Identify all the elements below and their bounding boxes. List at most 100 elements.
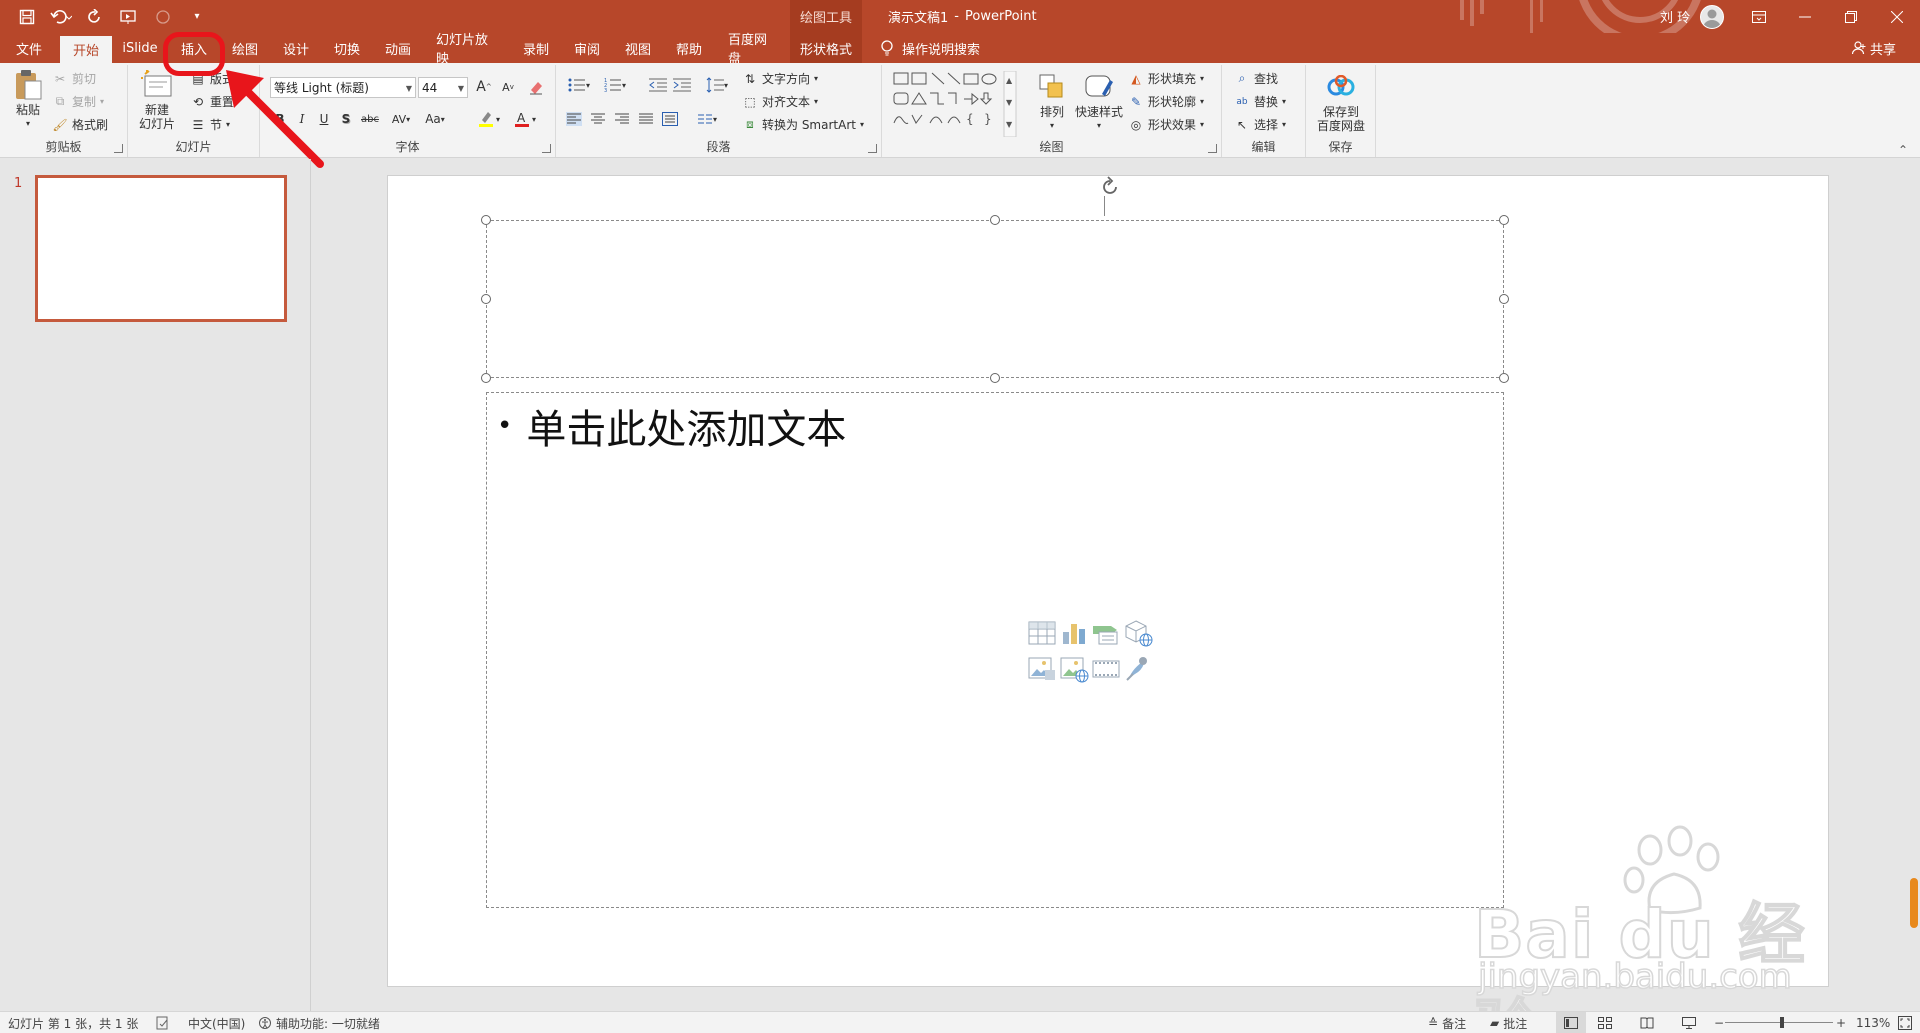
font-color-button[interactable]: A ▾ (510, 109, 540, 129)
shape-fill-button[interactable]: ◭ 形状填充 ▾ (1128, 70, 1204, 87)
ribbon-display-options-icon[interactable] (1736, 0, 1782, 33)
notes-button[interactable]: ≙ 备注 (1428, 1012, 1466, 1033)
replace-button[interactable]: ab 替换 ▾ (1234, 93, 1286, 110)
shape-effects-button[interactable]: ◎ 形状效果 ▾ (1128, 116, 1204, 133)
tab-help[interactable]: 帮助 (667, 33, 711, 63)
convert-smartart-button[interactable]: ⧈ 转换为 SmartArt ▾ (742, 116, 864, 133)
content-placeholder-text[interactable]: • 单击此处添加文本 (497, 397, 846, 455)
zoom-level[interactable]: 113% (1856, 1012, 1890, 1033)
quick-styles-button[interactable]: 快速样式 ▾ (1072, 71, 1126, 133)
arrange-button[interactable]: 排列 ▾ (1034, 71, 1070, 133)
insert-online-picture-icon[interactable] (1059, 654, 1089, 684)
accessibility-status[interactable]: 辅助功能: 一切就绪 (258, 1012, 380, 1033)
start-from-beginning-icon[interactable] (116, 4, 142, 30)
insert-chart-icon[interactable] (1059, 618, 1089, 648)
resize-handle-ne[interactable] (1499, 215, 1509, 225)
resize-handle-e[interactable] (1499, 294, 1509, 304)
text-direction-button[interactable]: ⇅ 文字方向 ▾ (742, 70, 818, 87)
tab-file[interactable]: 文件 (8, 33, 50, 63)
resize-handle-sw[interactable] (481, 373, 491, 383)
zoom-slider-thumb[interactable] (1780, 1017, 1784, 1028)
fit-to-window-icon[interactable] (1898, 1012, 1912, 1033)
save-icon[interactable] (14, 4, 40, 30)
align-center-button[interactable] (588, 109, 608, 129)
align-text-button[interactable]: ⬚ 对齐文本 ▾ (742, 93, 818, 110)
clipboard-launcher-icon[interactable] (114, 144, 123, 153)
resize-handle-nw[interactable] (481, 215, 491, 225)
tab-view[interactable]: 视图 (616, 33, 660, 63)
spell-check-icon[interactable] (156, 1012, 170, 1033)
character-spacing-button[interactable]: AV ▾ (386, 109, 416, 129)
tab-draw[interactable]: 绘图 (223, 33, 267, 63)
increase-indent-button[interactable] (672, 75, 692, 95)
new-slide-button[interactable]: 新建 幻灯片 (134, 69, 180, 131)
grow-font-button[interactable]: A ^ (474, 77, 494, 97)
zoom-out-button[interactable]: − (1714, 1012, 1724, 1033)
strikethrough-button[interactable]: abc (358, 109, 382, 129)
highlight-color-button[interactable]: ▾ (474, 109, 504, 129)
tab-shape-format[interactable]: 形状格式 (790, 33, 862, 63)
bullets-button[interactable]: ▾ (564, 75, 594, 95)
numbering-button[interactable]: 1 2 3 ▾ (600, 75, 630, 95)
paste-button[interactable]: 粘贴 ▾ (8, 69, 48, 131)
text-shadow-button[interactable]: S (336, 109, 356, 129)
close-icon[interactable] (1874, 0, 1920, 33)
slide-sorter-view-icon[interactable] (1598, 1012, 1612, 1033)
font-launcher-icon[interactable] (542, 144, 551, 153)
insert-table-icon[interactable] (1027, 618, 1057, 648)
insert-picture-icon[interactable] (1027, 654, 1057, 684)
title-placeholder[interactable] (486, 220, 1504, 378)
reading-view-icon[interactable] (1640, 1012, 1654, 1033)
justify-button[interactable] (636, 109, 656, 129)
slide-thumbnail[interactable] (35, 175, 287, 322)
redo-icon[interactable] (82, 4, 108, 30)
tab-baidu-netdisk[interactable]: 百度网盘 (720, 33, 784, 67)
format-painter-button[interactable]: 🖌 格式刷 (52, 116, 108, 133)
insert-smartart-icon[interactable] (1091, 618, 1121, 648)
drawing-launcher-icon[interactable] (1208, 144, 1217, 153)
tab-record[interactable]: 录制 (514, 33, 558, 63)
resize-handle-w[interactable] (481, 294, 491, 304)
shapes-gallery[interactable]: {} ▲ ▼ ▼ (892, 70, 1020, 139)
undo-icon[interactable] (48, 4, 74, 30)
copy-button[interactable]: ⧉ 复制 ▾ (52, 93, 104, 110)
avatar[interactable] (1700, 4, 1725, 29)
rotate-handle-icon[interactable] (1099, 176, 1121, 198)
zoom-in-button[interactable]: + (1836, 1012, 1846, 1033)
minimize-icon[interactable] (1782, 0, 1828, 33)
share-button[interactable]: 共享 (1852, 33, 1896, 63)
clear-formatting-button[interactable] (526, 77, 546, 97)
distributed-button[interactable] (660, 109, 680, 129)
comments-button[interactable]: ▰ 批注 (1490, 1012, 1527, 1033)
user-account[interactable]: 刘 玲 (1660, 0, 1725, 33)
scroll-indicator[interactable] (1910, 878, 1918, 928)
select-button[interactable]: ↖ 选择 ▾ (1234, 116, 1286, 133)
tell-me-search[interactable]: 操作说明搜索 (880, 33, 980, 63)
shrink-font-button[interactable]: Av (498, 77, 518, 97)
resize-handle-se[interactable] (1499, 373, 1509, 383)
change-case-button[interactable]: Aa ▾ (420, 109, 450, 129)
customize-qat-icon[interactable]: ▾ (184, 4, 210, 30)
insert-video-icon[interactable] (1091, 654, 1121, 684)
insert-icons-icon[interactable] (1123, 654, 1153, 684)
align-left-button[interactable] (564, 109, 584, 129)
restore-icon[interactable] (1828, 0, 1874, 33)
paragraph-launcher-icon[interactable] (868, 144, 877, 153)
align-right-button[interactable] (612, 109, 632, 129)
insert-3d-model-icon[interactable] (1123, 618, 1153, 648)
tab-animations[interactable]: 动画 (376, 33, 420, 63)
font-size-dropdown[interactable]: 44 ▼ (418, 77, 468, 98)
resize-handle-s[interactable] (990, 373, 1000, 383)
touch-mode-icon[interactable] (150, 4, 176, 30)
slideshow-view-icon[interactable] (1682, 1012, 1696, 1033)
tab-review[interactable]: 审阅 (565, 33, 609, 63)
find-button[interactable]: ⌕ 查找 (1234, 70, 1278, 87)
decrease-indent-button[interactable] (648, 75, 668, 95)
cut-button[interactable]: ✂ 剪切 (52, 70, 96, 87)
tab-design[interactable]: 设计 (274, 33, 318, 63)
normal-view-icon[interactable] (1556, 1012, 1586, 1033)
tab-transitions[interactable]: 切换 (325, 33, 369, 63)
tab-home[interactable]: 开始 (60, 36, 112, 63)
save-to-baidu-button[interactable]: 保存到 百度网盘 (1312, 71, 1370, 133)
tab-slideshow[interactable]: 幻灯片放映 (428, 33, 508, 67)
